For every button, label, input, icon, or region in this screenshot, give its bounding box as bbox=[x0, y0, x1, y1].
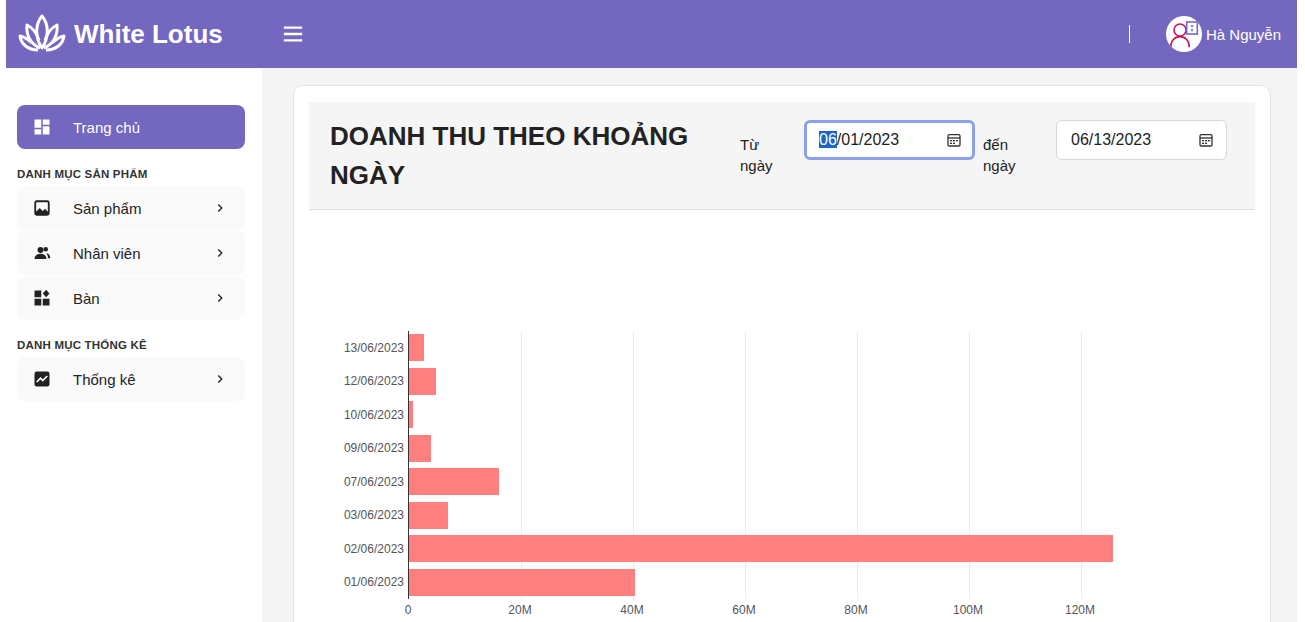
bar-row bbox=[409, 398, 1137, 432]
bar-row bbox=[409, 331, 1137, 365]
revenue-chart: 13/06/202312/06/202310/06/202309/06/2023… bbox=[309, 210, 1255, 621]
from-label: Từ ngày bbox=[740, 120, 784, 176]
from-date-input[interactable]: 06/01/2023 bbox=[804, 120, 975, 160]
sidebar-item[interactable]: Nhân viên bbox=[17, 231, 245, 275]
bar-row bbox=[409, 432, 1137, 466]
user-avatar-icon bbox=[1168, 18, 1200, 50]
bar-row bbox=[409, 566, 1137, 600]
chart-icon bbox=[33, 370, 51, 388]
bar[interactable] bbox=[409, 502, 448, 529]
category-label: 09/06/2023 bbox=[309, 432, 408, 466]
image-icon bbox=[33, 199, 51, 217]
calendar-icon bbox=[946, 132, 962, 148]
users-icon bbox=[33, 244, 51, 262]
category-label: 07/06/2023 bbox=[309, 465, 408, 499]
category-label: 02/06/2023 bbox=[309, 532, 408, 566]
category-label: 01/06/2023 bbox=[309, 566, 408, 600]
top-bar: White Lotus Hà Nguyễn bbox=[6, 0, 1297, 68]
bar[interactable] bbox=[409, 368, 436, 395]
sidebar-item[interactable]: Thống kê bbox=[17, 357, 245, 401]
y-axis: 13/06/202312/06/202310/06/202309/06/2023… bbox=[309, 331, 408, 599]
x-axis: 0 20M 40M 60M 80M 100M 120M bbox=[408, 599, 1136, 621]
sidebar: Trang chủDANH MỤC SẢN PHẨMSản phẩmNhân v… bbox=[6, 68, 262, 622]
bar[interactable] bbox=[409, 468, 499, 495]
bar-row bbox=[409, 532, 1137, 566]
user-name[interactable]: Hà Nguyễn bbox=[1206, 26, 1281, 43]
tick-label: 20M bbox=[508, 603, 531, 617]
sidebar-item[interactable]: Bàn bbox=[17, 276, 245, 320]
card-header: DOANH THU THEO KHOẢNG NGÀY Từ ngày 06/01/2… bbox=[309, 102, 1255, 210]
bar[interactable] bbox=[409, 535, 1113, 562]
category-label: 13/06/2023 bbox=[309, 331, 408, 365]
bar[interactable] bbox=[409, 435, 431, 462]
chevron-right-icon bbox=[213, 291, 227, 305]
dashboard-icon bbox=[33, 118, 51, 136]
bar[interactable] bbox=[409, 569, 635, 596]
tick-label: 120M bbox=[1065, 603, 1095, 617]
plot-area bbox=[408, 331, 1137, 599]
to-label: đến ngày bbox=[983, 120, 1027, 176]
date-range: Từ ngày 06/01/2023đến ngày 06/13/2023 bbox=[740, 117, 1227, 176]
calendar-icon bbox=[1198, 132, 1214, 148]
sidebar-item[interactable]: Trang chủ bbox=[17, 105, 245, 149]
to-date-input[interactable]: 06/13/2023 bbox=[1056, 120, 1227, 160]
card-title: DOANH THU THEO KHOẢNG NGÀY bbox=[330, 117, 720, 195]
category-label: 10/06/2023 bbox=[309, 398, 408, 432]
revenue-card: DOANH THU THEO KHOẢNG NGÀY Từ ngày 06/01/2… bbox=[293, 85, 1271, 622]
tables-grid-icon bbox=[33, 289, 51, 307]
lotus-logo-icon bbox=[18, 12, 66, 56]
chevron-right-icon bbox=[213, 372, 227, 386]
bar-row bbox=[409, 499, 1137, 533]
bar[interactable] bbox=[409, 334, 424, 361]
divider bbox=[1129, 25, 1130, 43]
tick-label: 40M bbox=[620, 603, 643, 617]
bar-row bbox=[409, 465, 1137, 499]
menu-button[interactable] bbox=[280, 23, 306, 45]
category-label: 03/06/2023 bbox=[309, 499, 408, 533]
hamburger-icon bbox=[280, 23, 306, 45]
section-title: DANH MỤC THỐNG KÊ bbox=[17, 321, 262, 357]
main-content: DOANH THU THEO KHOẢNG NGÀY Từ ngày 06/01/2… bbox=[262, 68, 1297, 622]
chevron-right-icon bbox=[213, 246, 227, 260]
brand[interactable]: White Lotus bbox=[6, 12, 268, 56]
tick-label: 100M bbox=[953, 603, 983, 617]
bar-row bbox=[409, 365, 1137, 399]
section-title: DANH MỤC SẢN PHẨM bbox=[17, 150, 262, 186]
brand-name[interactable]: White Lotus bbox=[74, 19, 223, 50]
tick-label: 80M bbox=[844, 603, 867, 617]
bar[interactable] bbox=[409, 401, 413, 428]
tick-label: 60M bbox=[732, 603, 755, 617]
tick-label: 0 bbox=[405, 603, 412, 617]
category-label: 12/06/2023 bbox=[309, 365, 408, 399]
avatar[interactable] bbox=[1166, 16, 1202, 52]
chevron-right-icon bbox=[213, 201, 227, 215]
sidebar-item[interactable]: Sản phẩm bbox=[17, 186, 245, 230]
user-area: Hà Nguyễn bbox=[1129, 16, 1297, 52]
